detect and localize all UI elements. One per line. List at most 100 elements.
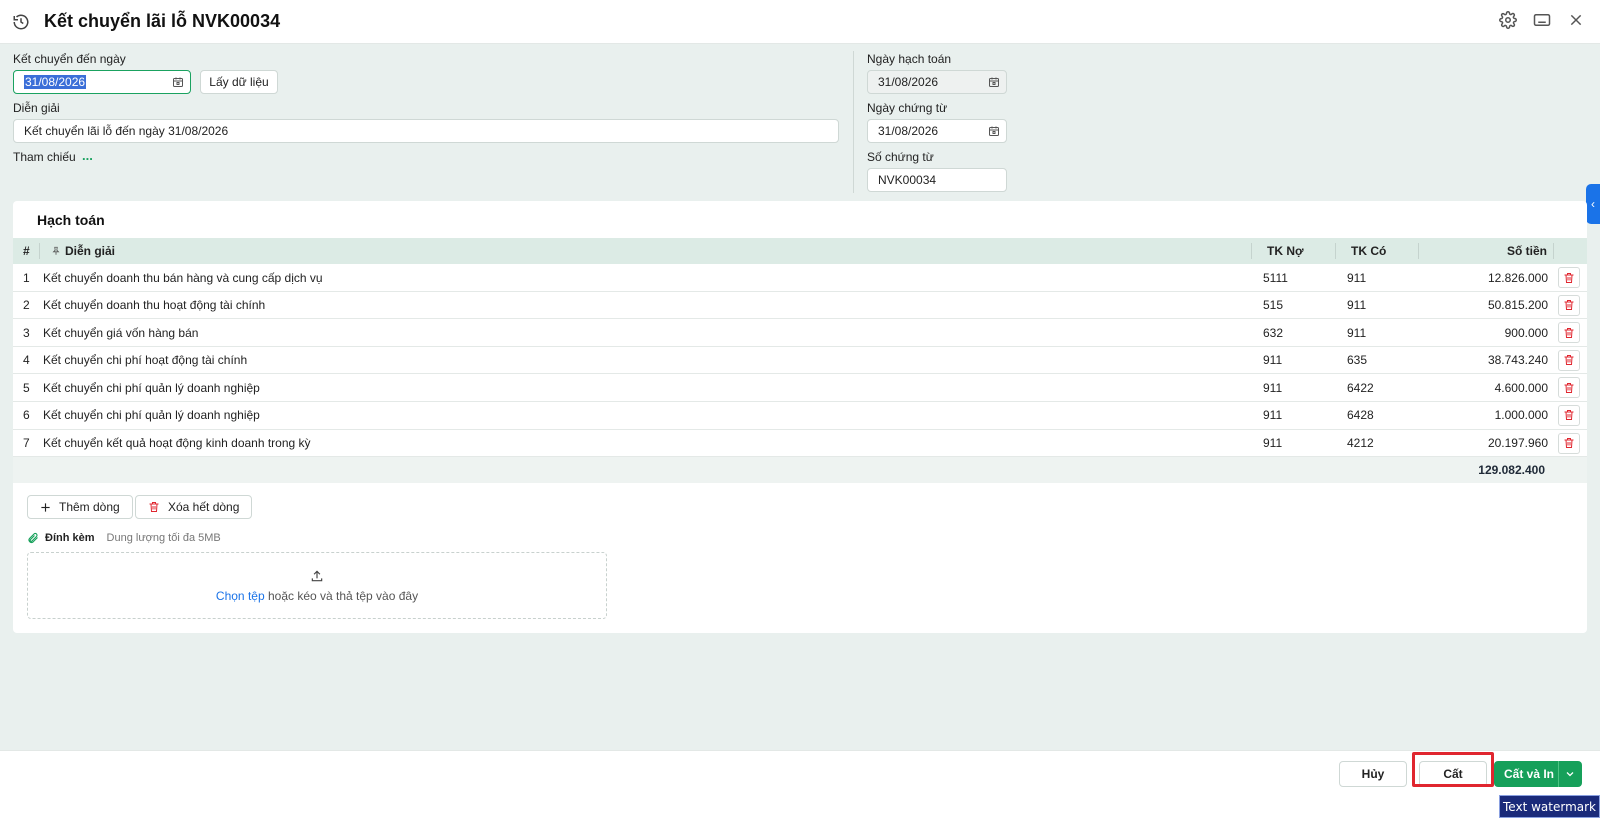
- dialog-footer: Hủy Cất Cất và In: [0, 750, 1600, 818]
- trash-icon: [1564, 327, 1574, 338]
- tham-chieu-link[interactable]: ...: [82, 148, 93, 163]
- cat-va-in-button[interactable]: Cất và In: [1494, 761, 1582, 787]
- xoa-het-dong-button[interactable]: Xóa hết dòng: [135, 495, 253, 519]
- row-amount[interactable]: 12.826.000: [1488, 264, 1548, 291]
- row-tk-co[interactable]: 4212: [1347, 430, 1374, 457]
- row-description[interactable]: Kết chuyển kết quả hoạt động kinh doanh …: [43, 430, 311, 457]
- row-tk-no[interactable]: 515: [1263, 292, 1283, 319]
- table-row[interactable]: 3 Kết chuyển giá vốn hàng bán 632 911 90…: [13, 319, 1587, 347]
- delete-row-button[interactable]: [1558, 322, 1580, 344]
- attachment-row: Đính kèm Dung lượng tối đa 5MB: [27, 532, 221, 544]
- tham-chieu-label: Tham chiếu: [13, 150, 76, 164]
- so-chung-tu-label: Số chứng từ: [867, 150, 934, 164]
- table-row[interactable]: 4 Kết chuyển chi phí hoạt động tài chính…: [13, 347, 1587, 375]
- row-tk-co[interactable]: 911: [1347, 319, 1366, 346]
- side-panel-toggle[interactable]: ‹: [1586, 184, 1600, 224]
- trash-icon: [1564, 382, 1574, 393]
- dung-luong-note: Dung lượng tối đa 5MB: [106, 532, 221, 544]
- row-amount[interactable]: 1.000.000: [1495, 402, 1548, 429]
- text-watermark: Text watermark: [1499, 795, 1600, 818]
- row-tk-co[interactable]: 635: [1347, 347, 1367, 374]
- ngay-chung-tu-input[interactable]: 31/08/2026: [867, 119, 1007, 143]
- upload-icon: [311, 570, 323, 581]
- total-amount: 129.082.400: [1478, 463, 1545, 478]
- ngay-chung-tu-label: Ngày chứng từ: [867, 101, 948, 115]
- chon-tep-link[interactable]: Chọn tệp: [216, 589, 265, 603]
- row-amount[interactable]: 50.815.200: [1488, 292, 1548, 319]
- row-tk-co[interactable]: 911: [1347, 292, 1366, 319]
- row-tk-co[interactable]: 6422: [1347, 374, 1374, 401]
- table-header: # Diễn giải TK Nợ TK Có Số tiền: [13, 238, 1587, 264]
- row-amount[interactable]: 38.743.240: [1488, 347, 1548, 374]
- close-icon[interactable]: [1566, 10, 1586, 30]
- row-description[interactable]: Kết chuyển doanh thu bán hàng và cung cấ…: [43, 264, 323, 291]
- so-chung-tu-input[interactable]: NVK00034: [867, 168, 1007, 192]
- delete-row-button[interactable]: [1558, 377, 1580, 399]
- row-description[interactable]: Kết chuyển chi phí quản lý doanh nghiệp: [43, 402, 260, 429]
- them-dong-button[interactable]: Thêm dòng: [27, 495, 133, 519]
- chevron-down-icon[interactable]: [1564, 768, 1576, 780]
- row-tk-no[interactable]: 911: [1263, 347, 1282, 374]
- total-row: 129.082.400: [13, 457, 1587, 484]
- lay-du-lieu-button[interactable]: Lấy dữ liệu: [200, 70, 278, 94]
- row-tk-co[interactable]: 6428: [1347, 402, 1374, 429]
- hach-toan-panel: Hạch toán # Diễn giải TK Nợ TK Có Số tiề…: [13, 201, 1587, 633]
- huy-button[interactable]: Hủy: [1339, 761, 1407, 787]
- col-tk-no[interactable]: TK Nợ: [1267, 238, 1304, 264]
- table-row[interactable]: 6 Kết chuyển chi phí quản lý doanh nghiệ…: [13, 402, 1587, 430]
- calendar-icon[interactable]: [988, 125, 1000, 137]
- trash-icon: [1564, 438, 1574, 449]
- trash-icon: [1564, 300, 1574, 311]
- col-so-tien[interactable]: Số tiền: [1507, 238, 1547, 264]
- row-description[interactable]: Kết chuyển doanh thu hoạt động tài chính: [43, 292, 265, 319]
- pin-icon[interactable]: [51, 245, 61, 257]
- row-index: 5: [23, 380, 30, 395]
- row-amount[interactable]: 900.000: [1505, 319, 1548, 346]
- table-row[interactable]: 2 Kết chuyển doanh thu hoạt động tài chí…: [13, 292, 1587, 320]
- row-tk-no[interactable]: 5111: [1263, 264, 1288, 291]
- trash-icon: [149, 502, 159, 512]
- dialog-header: Kết chuyển lãi lỗ NVK00034: [0, 0, 1600, 44]
- row-index: 2: [23, 298, 30, 313]
- table-body: 1 Kết chuyển doanh thu bán hàng và cung …: [13, 264, 1587, 458]
- delete-row-button[interactable]: [1558, 349, 1580, 371]
- row-tk-no[interactable]: 632: [1263, 319, 1283, 346]
- delete-row-button[interactable]: [1558, 432, 1580, 454]
- ngay-hach-toan-input[interactable]: 31/08/2026: [867, 70, 1007, 94]
- col-tk-co[interactable]: TK Có: [1351, 238, 1386, 264]
- ket-chuyen-date-input[interactable]: 31/08/2026: [13, 70, 191, 94]
- row-description[interactable]: Kết chuyển giá vốn hàng bán: [43, 319, 198, 346]
- calendar-icon[interactable]: [988, 76, 1000, 88]
- highlight-box: [1412, 752, 1494, 787]
- paperclip-icon: [28, 532, 38, 544]
- row-description[interactable]: Kết chuyển chi phí hoạt động tài chính: [43, 347, 247, 374]
- form-divider: [853, 51, 854, 193]
- keyboard-icon[interactable]: [1532, 10, 1552, 30]
- drop-hint: hoặc kéo và thả tệp vào đây: [267, 588, 419, 603]
- table-row[interactable]: 1 Kết chuyển doanh thu bán hàng và cung …: [13, 264, 1587, 292]
- history-icon[interactable]: [12, 13, 30, 31]
- row-description[interactable]: Kết chuyển chi phí quản lý doanh nghiệp: [43, 374, 260, 401]
- file-drop-zone[interactable]: Chọn tệp hoặc kéo và thả tệp vào đây: [27, 552, 607, 619]
- row-amount[interactable]: 20.197.960: [1488, 430, 1548, 457]
- row-tk-co[interactable]: 911: [1347, 264, 1366, 291]
- table-row[interactable]: 7 Kết chuyển kết quả hoạt động kinh doan…: [13, 430, 1587, 458]
- settings-gear-icon[interactable]: [1498, 10, 1518, 30]
- row-amount[interactable]: 4.600.000: [1495, 374, 1548, 401]
- trash-icon: [1564, 355, 1574, 366]
- delete-row-button[interactable]: [1558, 267, 1580, 288]
- row-tk-no[interactable]: 911: [1263, 430, 1282, 457]
- dinh-kem-label: Đính kèm: [45, 532, 95, 544]
- row-tk-no[interactable]: 911: [1263, 402, 1282, 429]
- row-index: 4: [23, 353, 30, 368]
- table-row[interactable]: 5 Kết chuyển chi phí quản lý doanh nghiệ…: [13, 374, 1587, 402]
- trash-icon: [1564, 272, 1574, 283]
- delete-row-button[interactable]: [1558, 294, 1580, 316]
- dien-giai-input[interactable]: Kết chuyển lãi lỗ đến ngày 31/08/2026: [13, 119, 839, 143]
- col-dien-giai[interactable]: Diễn giải: [51, 238, 115, 264]
- row-index: 7: [23, 436, 30, 451]
- row-tk-no[interactable]: 911: [1263, 374, 1282, 401]
- trash-icon: [1564, 410, 1574, 421]
- delete-row-button[interactable]: [1558, 404, 1580, 426]
- calendar-icon[interactable]: [172, 76, 184, 88]
